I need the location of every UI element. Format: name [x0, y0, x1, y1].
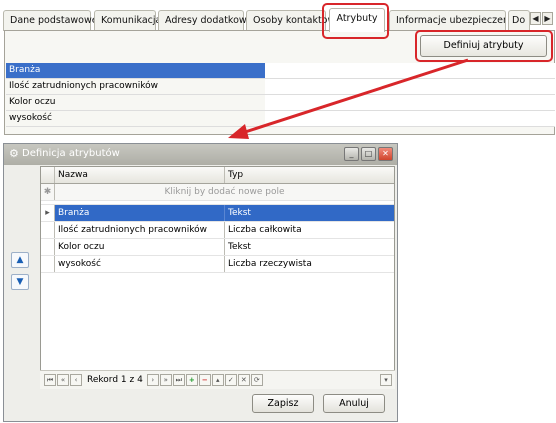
tab-strip: Dane podstawowe Komunikacja Adresy dodat…	[0, 0, 556, 32]
confirm-record-icon[interactable]: ✓	[224, 374, 237, 386]
tab-informacje-ubezpieczeniowe[interactable]: Informacje ubezpieczeniowe	[389, 10, 506, 31]
row-name[interactable]: Branża	[55, 205, 225, 221]
nav-dropdown-icon[interactable]: ▾	[380, 374, 392, 386]
attribute-value[interactable]	[265, 79, 555, 94]
new-row-hint: Kliknij by dodać nowe pole	[164, 187, 285, 197]
close-icon[interactable]: ✕	[378, 147, 393, 161]
table-row[interactable]: Kolor oczu Tekst	[41, 239, 394, 256]
attribute-definition-dialog: ⚙ Definicja atrybutów _ □ ✕ ▲ ▼ Nazwa Ty…	[3, 143, 398, 422]
tab-scroll-right-icon[interactable]: ▶	[542, 12, 553, 25]
add-record-icon[interactable]: +	[185, 374, 198, 386]
tab-do[interactable]: Do	[508, 10, 530, 31]
attributes-table: Nazwa Typ ✱ Kliknij by dodać nowe pole ▸…	[40, 166, 395, 389]
minimize-icon[interactable]: _	[344, 147, 359, 161]
attribute-name: Ilość zatrudnionych pracowników	[9, 81, 159, 91]
tab-dane-podstawowe[interactable]: Dane podstawowe	[3, 10, 98, 31]
table-header: Nazwa Typ	[41, 167, 394, 184]
prev-record-icon[interactable]: ‹	[70, 374, 82, 386]
prev-page-icon[interactable]: «	[57, 374, 69, 386]
row-indicator	[41, 239, 55, 255]
first-record-icon[interactable]: ⏮	[44, 374, 56, 386]
row-name[interactable]: Kolor oczu	[55, 239, 225, 255]
last-record-icon[interactable]: ⏭	[172, 374, 185, 386]
attribute-row[interactable]: Ilość zatrudnionych pracowników	[6, 79, 555, 95]
column-header-typ[interactable]: Typ	[225, 167, 394, 183]
row-type[interactable]: Liczba całkowita	[225, 222, 394, 238]
refresh-icon[interactable]: ⟳	[250, 374, 263, 386]
record-navigator: ⏮ « ‹ Rekord 1 z 4 › » ⏭ + − ▴ ✓ ✕ ⟳ ▾	[40, 370, 395, 389]
tab-highlight	[322, 3, 389, 39]
move-down-icon[interactable]: ▼	[11, 274, 29, 290]
next-record-icon[interactable]: ›	[146, 374, 159, 386]
row-name[interactable]: wysokość	[55, 256, 225, 272]
move-up-icon[interactable]: ▲	[11, 252, 29, 268]
column-header-nazwa[interactable]: Nazwa	[55, 167, 225, 183]
attribute-row[interactable]: Branża	[6, 63, 555, 79]
table-row[interactable]: Ilość zatrudnionych pracowników Liczba c…	[41, 222, 394, 239]
cancel-record-icon[interactable]: ✕	[237, 374, 250, 386]
table-row[interactable]: ▸ Branża Tekst	[41, 205, 394, 222]
next-page-icon[interactable]: »	[159, 374, 172, 386]
record-counter: Rekord 1 z 4	[87, 375, 143, 385]
attribute-value[interactable]	[265, 95, 555, 110]
new-row[interactable]: ✱ Kliknij by dodać nowe pole	[41, 184, 394, 201]
row-pointer-icon: ▸	[41, 205, 55, 221]
row-name[interactable]: Ilość zatrudnionych pracowników	[55, 222, 225, 238]
row-indicator	[41, 256, 55, 272]
row-type[interactable]: Tekst	[225, 205, 394, 221]
attribute-name: Branża	[6, 63, 265, 78]
tab-scroll-left-icon[interactable]: ◀	[530, 12, 541, 25]
button-highlight	[415, 30, 553, 62]
attribute-name: Kolor oczu	[9, 97, 56, 107]
new-row-star-icon: ✱	[41, 184, 55, 200]
row-type[interactable]: Liczba rzeczywista	[225, 256, 394, 272]
tab-adresy-dodatkowe[interactable]: Adresy dodatkowe	[158, 10, 253, 31]
attribute-value[interactable]	[265, 111, 555, 126]
header-indicator	[41, 167, 55, 183]
maximize-icon[interactable]: □	[361, 147, 376, 161]
dialog-title: Definicja atrybutów	[22, 148, 120, 159]
save-button[interactable]: Zapisz	[252, 394, 314, 413]
row-indicator	[41, 222, 55, 238]
attribute-row[interactable]: wysokość	[6, 111, 555, 127]
dialog-titlebar: ⚙ Definicja atrybutów _ □ ✕	[4, 144, 397, 165]
attribute-value[interactable]	[265, 63, 555, 78]
table-row[interactable]: wysokość Liczba rzeczywista	[41, 256, 394, 273]
tab-osoby-kontaktowe[interactable]: Osoby kontaktowe	[246, 10, 341, 31]
attributes-grid: Branża Ilość zatrudnionych pracowników K…	[6, 63, 555, 127]
row-type[interactable]: Tekst	[225, 239, 394, 255]
gear-icon: ⚙	[9, 147, 19, 160]
tab-komunikacja[interactable]: Komunikacja	[94, 10, 161, 31]
attribute-name: wysokość	[9, 113, 52, 123]
delete-record-icon[interactable]: −	[198, 374, 211, 386]
cancel-button[interactable]: Anuluj	[323, 394, 385, 413]
attribute-row[interactable]: Kolor oczu	[6, 95, 555, 111]
edit-record-icon[interactable]: ▴	[211, 374, 224, 386]
